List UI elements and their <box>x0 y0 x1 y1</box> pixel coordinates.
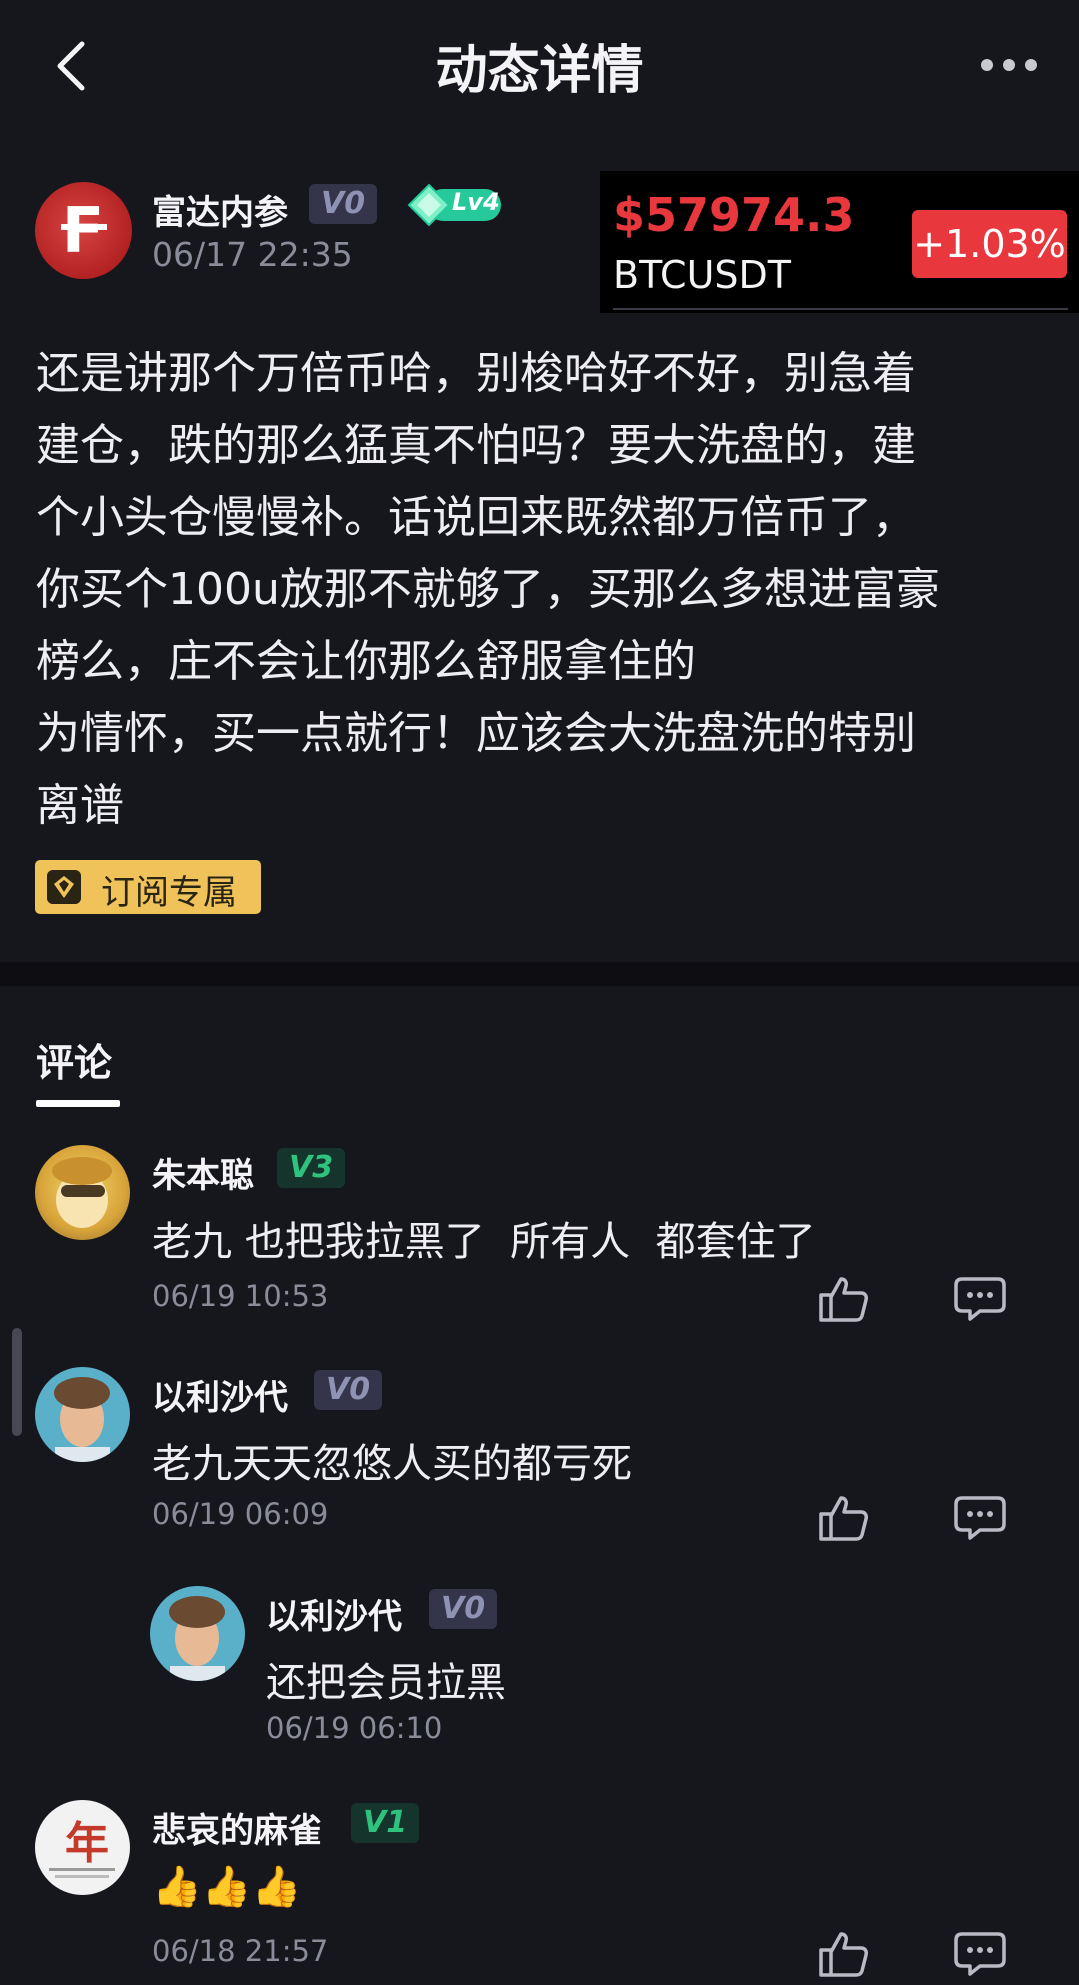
author-name[interactable]: 富达内参 <box>152 185 288 234</box>
comment-avatar[interactable] <box>35 1367 130 1462</box>
comment-avatar[interactable]: 年 <box>35 1800 130 1895</box>
subscription-tag[interactable]: 订阅专属 <box>35 860 261 914</box>
like-icon[interactable] <box>817 1930 869 1978</box>
ticker-symbol: BTCUSDT <box>613 253 791 297</box>
svg-text:年: 年 <box>65 1818 109 1869</box>
tab-comments[interactable]: 评论 <box>36 1032 112 1087</box>
like-icon[interactable] <box>817 1275 869 1323</box>
reply-time: 06/19 06:10 <box>266 1711 443 1745</box>
comment-time: 06/19 10:53 <box>152 1279 329 1313</box>
comment-time: 06/18 21:57 <box>152 1934 329 1968</box>
comment-avatar[interactable] <box>35 1145 130 1240</box>
ticker-divider <box>613 308 1068 310</box>
author-vip-badge: V0 <box>309 184 378 224</box>
ticker-price: $57974.3 <box>613 188 855 242</box>
level-badge-text: Lv4 <box>452 188 500 216</box>
reply-comment-icon[interactable] <box>954 1494 1006 1542</box>
scrollbar[interactable] <box>12 1328 22 1436</box>
comment-author[interactable]: 朱本聪 <box>152 1148 254 1197</box>
reply-author[interactable]: 以利沙代 <box>266 1589 402 1638</box>
comment-author[interactable]: 以利沙代 <box>152 1370 288 1419</box>
post-time: 06/17 22:35 <box>152 235 353 274</box>
tab-underline <box>36 1100 120 1107</box>
subscription-tag-label: 订阅专属 <box>101 873 237 913</box>
reply-comment-icon[interactable] <box>954 1930 1006 1978</box>
svg-text:F: F <box>62 194 104 267</box>
reply-comment-icon[interactable] <box>954 1275 1006 1323</box>
reply-vip-badge: V0 <box>429 1589 498 1629</box>
section-divider <box>0 962 1079 986</box>
comment-time: 06/19 06:09 <box>152 1497 329 1531</box>
post-content: 还是讲那个万倍币哈，别梭哈好不好，别急着 建仓，跌的那么猛真不怕吗？要大洗盘的，… <box>36 348 940 831</box>
reply-text: 还把会员拉黑 <box>266 1660 506 1706</box>
reply-avatar[interactable] <box>150 1586 245 1681</box>
page-title: 动态详情 <box>435 41 644 101</box>
comment-author[interactable]: 悲哀的麻雀 <box>152 1803 322 1852</box>
comment-text: 老九天天忽悠人买的都亏死 <box>152 1441 632 1487</box>
comment-text: 👍👍👍 <box>152 1864 302 1910</box>
comment-vip-badge: V0 <box>314 1370 383 1410</box>
ticker-change-badge: +1.03% <box>912 210 1067 278</box>
more-dots-icon[interactable] <box>979 50 1039 80</box>
author-avatar[interactable]: F <box>35 182 132 279</box>
comment-vip-badge: V1 <box>351 1803 420 1843</box>
comment-text: 老九 也把我拉黑了 所有人 都套住了 <box>152 1219 816 1265</box>
comment-vip-badge: V3 <box>277 1148 346 1188</box>
like-icon[interactable] <box>817 1494 869 1542</box>
diamond-icon <box>47 870 81 904</box>
